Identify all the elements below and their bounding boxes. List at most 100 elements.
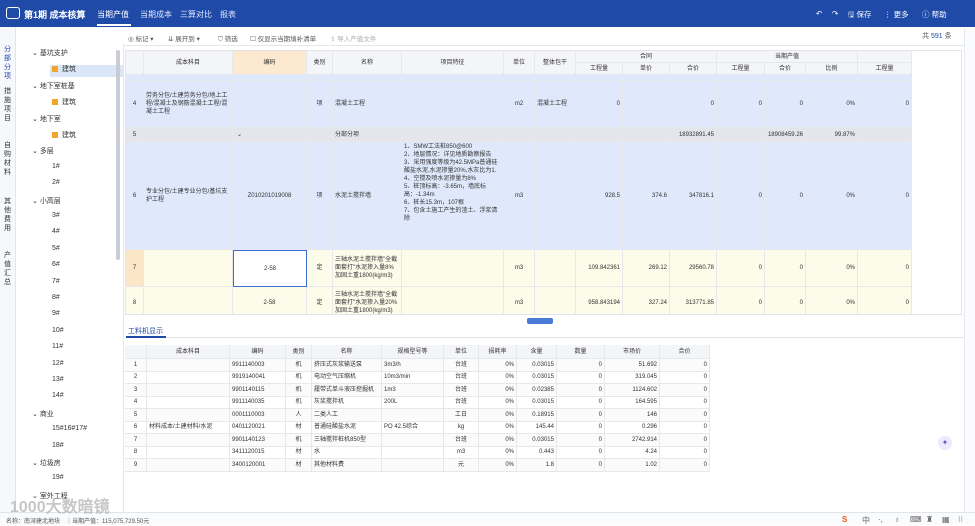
material-cell[interactable] — [147, 446, 230, 459]
material-column-header[interactable]: 类别 — [286, 345, 312, 359]
material-cell[interactable] — [147, 409, 230, 422]
table-cell[interactable]: 项 — [307, 81, 333, 128]
material-cell[interactable]: 挤压式灰浆输送泵 — [312, 359, 382, 372]
material-cell[interactable]: 0% — [479, 396, 517, 409]
material-column-header[interactable]: 损耗率 — [479, 345, 517, 359]
material-cell[interactable]: 0001110003 — [230, 409, 286, 422]
material-cell[interactable]: 0 — [557, 434, 605, 447]
material-cell[interactable]: 164.595 — [605, 396, 660, 409]
material-cell[interactable]: 0 — [557, 409, 605, 422]
material-cell[interactable]: 1.8 — [517, 459, 557, 472]
table-cell[interactable]: Z010201019008 — [233, 142, 307, 250]
material-cell[interactable]: 0 — [660, 409, 710, 422]
table-cell[interactable]: 109.842361 — [576, 250, 623, 287]
tree-node[interactable]: 建筑 — [52, 97, 76, 107]
tree-node[interactable]: ⌄ 基坑支护 — [32, 48, 68, 58]
material-cell[interactable]: 0 — [660, 446, 710, 459]
table-cell[interactable]: 374.6 — [623, 142, 670, 250]
material-column-header[interactable]: 合价 — [660, 345, 710, 359]
table-cell[interactable]: 0% — [806, 250, 858, 287]
material-cell[interactable]: 材 — [286, 459, 312, 472]
table-cell[interactable]: 项 — [307, 142, 333, 250]
tree-node[interactable]: 2# — [52, 179, 60, 186]
material-cell[interactable]: 台班 — [444, 384, 479, 397]
material-cell[interactable]: 0 — [660, 434, 710, 447]
material-cell[interactable]: 0 — [557, 371, 605, 384]
material-cell[interactable]: 0.443 — [517, 446, 557, 459]
material-cell[interactable]: 台班 — [444, 371, 479, 384]
material-cell[interactable]: 1.02 — [605, 459, 660, 472]
column-header[interactable]: 项目特征 — [402, 51, 504, 75]
rail-sub-items[interactable]: 分部分项 — [4, 45, 13, 81]
table-cell[interactable] — [144, 250, 233, 287]
material-cell[interactable]: 1124.602 — [605, 384, 660, 397]
material-cell[interactable]: 2 — [125, 371, 147, 384]
material-cell[interactable]: 元 — [444, 459, 479, 472]
table-cell[interactable] — [717, 128, 765, 142]
material-cell[interactable]: 146 — [605, 409, 660, 422]
material-cell[interactable]: 9919140041 — [230, 371, 286, 384]
column-header[interactable]: 工程量 — [717, 63, 765, 75]
table-cell[interactable]: 0 — [858, 142, 912, 250]
material-column-header[interactable]: 数量 — [557, 345, 605, 359]
table-cell[interactable]: 347816.1 — [670, 142, 717, 250]
table-cell[interactable] — [858, 128, 912, 142]
material-cell[interactable]: 9901140115 — [230, 384, 286, 397]
material-cell[interactable]: 6 — [125, 421, 147, 434]
rail-other-fees[interactable]: 其他费用 — [4, 197, 13, 233]
table-cell[interactable]: 0% — [806, 287, 858, 314]
material-cell[interactable]: 0% — [479, 446, 517, 459]
material-cell[interactable]: 3400120001 — [230, 459, 286, 472]
table-cell[interactable]: m3 — [504, 142, 535, 250]
material-column-header[interactable]: 成本科目 — [147, 345, 230, 359]
table-cell[interactable]: 2-58 — [233, 250, 307, 287]
table-cell[interactable]: 8 — [126, 287, 144, 314]
save-button[interactable]: 🖫 保存 — [848, 9, 871, 22]
table-cell[interactable]: 0% — [806, 142, 858, 250]
material-column-header[interactable] — [125, 345, 147, 359]
column-header[interactable]: 单价 — [623, 63, 670, 75]
material-cell[interactable]: 0 — [660, 371, 710, 384]
tree-scrollbar[interactable] — [116, 50, 120, 260]
rail-measures[interactable]: 措施项目 — [4, 87, 13, 123]
material-column-header[interactable]: 名称 — [312, 345, 382, 359]
ime-lang-icon[interactable]: 中 — [862, 515, 870, 526]
material-cell[interactable]: 5 — [125, 409, 147, 422]
chevron-down-icon[interactable]: ⌄ — [32, 148, 40, 155]
panel-splitter[interactable] — [527, 318, 553, 324]
import-tool[interactable]: ⇪ 导入产值文件 — [330, 33, 376, 43]
material-cell[interactable]: 0.02385 — [517, 384, 557, 397]
material-column-header[interactable]: 规格型号等 — [382, 345, 444, 359]
tree-node[interactable]: 10# — [52, 327, 64, 334]
menu-report[interactable]: 报表 — [220, 9, 236, 20]
keyboard-icon[interactable]: ⌨ — [910, 515, 922, 524]
material-cell[interactable] — [147, 459, 230, 472]
tree-node[interactable]: 18# — [52, 442, 64, 449]
table-cell[interactable]: 0 — [717, 142, 765, 250]
table-cell[interactable]: 958.843194 — [576, 287, 623, 314]
column-header[interactable]: 编码 — [233, 51, 307, 75]
tree-node[interactable]: ⌄ 商业 — [32, 409, 54, 419]
table-cell[interactable]: 劳务分包/土建劳务分包/地上工程/混凝土及钢筋混凝土工程/混凝土工程 — [144, 81, 233, 128]
menu-three-compare[interactable]: 三算对比 — [180, 9, 212, 20]
table-cell[interactable]: 327.24 — [623, 287, 670, 314]
table-cell[interactable]: 0 — [717, 250, 765, 287]
material-cell[interactable] — [382, 446, 444, 459]
table-cell[interactable]: 0 — [670, 81, 717, 128]
material-cell[interactable] — [147, 396, 230, 409]
material-cell[interactable]: 水 — [312, 446, 382, 459]
material-cell[interactable]: 台班 — [444, 434, 479, 447]
table-cell[interactable]: m3 — [504, 250, 535, 287]
material-cell[interactable] — [382, 409, 444, 422]
table-cell[interactable] — [535, 287, 576, 314]
material-cell[interactable]: 其他材料费 — [312, 459, 382, 472]
material-cell[interactable]: 1 — [125, 359, 147, 372]
table-cell[interactable]: 4 — [126, 81, 144, 128]
tree-node[interactable]: 1# — [52, 163, 60, 170]
table-cell[interactable]: 分部分项 — [333, 128, 402, 142]
material-cell[interactable]: 工日 — [444, 409, 479, 422]
chevron-down-icon[interactable]: ⌄ — [32, 460, 40, 467]
table-cell[interactable]: 0 — [765, 250, 806, 287]
material-cell[interactable]: 机 — [286, 359, 312, 372]
material-cell[interactable]: 51.692 — [605, 359, 660, 372]
